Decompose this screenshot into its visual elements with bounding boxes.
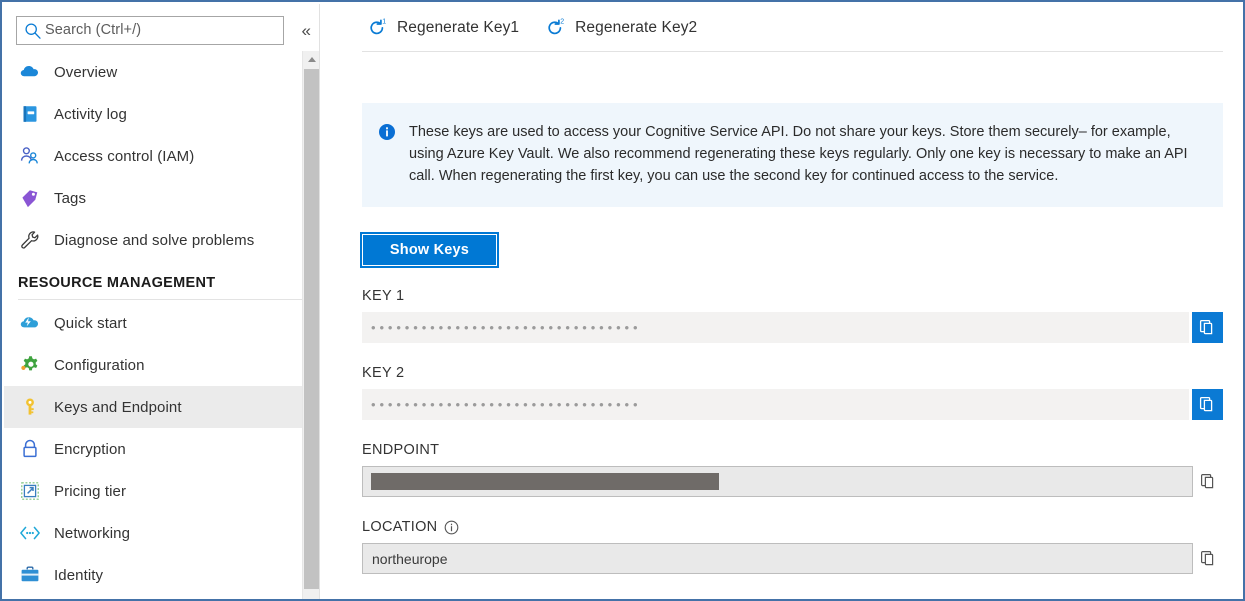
pricing-tier-icon xyxy=(18,479,42,503)
people-icon xyxy=(18,144,42,168)
copy-icon xyxy=(1200,473,1217,490)
key1-label: KEY 1 xyxy=(362,288,1223,304)
regenerate-key2-button[interactable]: 2 Regenerate Key2 xyxy=(545,13,697,43)
copy-location-button[interactable] xyxy=(1193,543,1223,574)
collapse-sidebar-button[interactable]: « xyxy=(293,17,319,43)
key1-label-text: KEY 1 xyxy=(362,288,404,304)
location-label: LOCATION xyxy=(362,519,1223,535)
sidebar-search-row: Search (Ctrl+/) « xyxy=(4,4,319,46)
key1-value-field[interactable]: •••••••••••••••••••••••••••••••• xyxy=(362,312,1189,343)
sidebar-item-label: Pricing tier xyxy=(54,483,126,500)
endpoint-redaction-overlay xyxy=(371,473,719,490)
sidebar-item-label: Overview xyxy=(54,64,117,81)
sidebar-item-configuration[interactable]: Configuration xyxy=(4,344,320,386)
tag-icon xyxy=(18,186,42,210)
command-toolbar: 1 Regenerate Key1 2 Regenerate Key2 xyxy=(321,4,1245,51)
sidebar-item-label: Tags xyxy=(54,190,86,207)
briefcase-icon xyxy=(18,563,42,587)
sidebar-item-activity-log[interactable]: Activity log xyxy=(4,93,320,135)
sidebar-item-pricing-tier[interactable]: Pricing tier xyxy=(4,470,320,512)
copy-key1-button[interactable] xyxy=(1192,312,1223,343)
copy-icon xyxy=(1199,319,1216,336)
info-circle-icon[interactable] xyxy=(444,520,459,535)
resource-sidebar: Search (Ctrl+/) « Overview xyxy=(4,4,320,601)
show-keys-button[interactable]: Show Keys xyxy=(362,234,497,266)
wrench-icon xyxy=(18,228,42,252)
key2-label-text: KEY 2 xyxy=(362,365,404,381)
lock-icon xyxy=(18,437,42,461)
keys-content: These keys are used to access your Cogni… xyxy=(321,103,1245,574)
sidebar-item-networking[interactable]: Networking xyxy=(4,512,320,554)
sidebar-item-overview[interactable]: Overview xyxy=(4,51,320,93)
search-placeholder-text: Search (Ctrl+/) xyxy=(45,23,141,38)
key1-masked-value: •••••••••••••••••••••••••••••••• xyxy=(371,321,641,334)
regenerate-key1-button[interactable]: 1 Regenerate Key1 xyxy=(367,13,519,43)
search-icon xyxy=(24,22,42,40)
sidebar-item-label: Identity xyxy=(54,567,103,584)
endpoint-label: ENDPOINT xyxy=(362,442,1223,458)
sidebar-item-identity[interactable]: Identity xyxy=(4,554,320,596)
copy-endpoint-button[interactable] xyxy=(1193,466,1223,497)
sidebar-item-label: Activity log xyxy=(54,106,127,123)
sidebar-item-label: Encryption xyxy=(54,441,126,458)
key2-value-field[interactable]: •••••••••••••••••••••••••••••••• xyxy=(362,389,1189,420)
cloud-lightning-icon xyxy=(18,311,42,335)
cloud-icon xyxy=(18,60,42,84)
sidebar-scrollbar[interactable] xyxy=(302,51,319,599)
location-row: northeurope xyxy=(362,543,1223,574)
sidebar-item-quick-start[interactable]: Quick start xyxy=(4,302,320,344)
sidebar-item-label: Diagnose and solve problems xyxy=(54,232,254,249)
search-input[interactable]: Search (Ctrl+/) xyxy=(16,16,284,45)
azure-keys-endpoint-page: Search (Ctrl+/) « Overview xyxy=(0,0,1245,601)
copy-icon xyxy=(1199,396,1216,413)
sidebar-item-diagnose[interactable]: Diagnose and solve problems xyxy=(4,219,320,261)
info-banner: These keys are used to access your Cogni… xyxy=(362,103,1223,207)
location-value-text: northeurope xyxy=(372,551,448,567)
regenerate-key2-label: Regenerate Key2 xyxy=(575,19,697,37)
location-label-text: LOCATION xyxy=(362,519,437,535)
book-icon xyxy=(18,102,42,126)
info-banner-text: These keys are used to access your Cogni… xyxy=(409,121,1207,187)
sidebar-divider xyxy=(18,299,306,300)
toolbar-divider xyxy=(362,51,1223,52)
endpoint-row xyxy=(362,466,1223,497)
key-icon xyxy=(18,395,42,419)
sidebar-item-encryption[interactable]: Encryption xyxy=(4,428,320,470)
scroll-up-arrow-icon[interactable] xyxy=(303,51,320,68)
regen1-badge-text: 1 xyxy=(382,18,386,25)
key2-label: KEY 2 xyxy=(362,365,1223,381)
scrollbar-thumb[interactable] xyxy=(304,69,319,589)
main-content: 1 Regenerate Key1 2 Regenerate Key2 xyxy=(321,4,1245,601)
key2-row: •••••••••••••••••••••••••••••••• xyxy=(362,389,1223,420)
sidebar-section-heading: RESOURCE MANAGEMENT xyxy=(4,261,320,297)
sidebar-item-keys-and-endpoint[interactable]: Keys and Endpoint xyxy=(4,386,320,428)
sidebar-item-tags[interactable]: Tags xyxy=(4,177,320,219)
networking-icon xyxy=(18,521,42,545)
sidebar-item-label: Access control (IAM) xyxy=(54,148,194,165)
copy-key2-button[interactable] xyxy=(1192,389,1223,420)
sidebar-nav-list: Overview Activity log xyxy=(4,51,320,596)
endpoint-value-field[interactable] xyxy=(362,466,1193,497)
sidebar-item-access-control[interactable]: Access control (IAM) xyxy=(4,135,320,177)
gear-icon xyxy=(18,353,42,377)
sidebar-item-label: Configuration xyxy=(54,357,145,374)
regenerate-icon: 2 xyxy=(545,18,565,38)
sidebar-item-label: Keys and Endpoint xyxy=(54,399,182,416)
copy-icon xyxy=(1200,550,1217,567)
endpoint-label-text: ENDPOINT xyxy=(362,442,439,458)
sidebar-item-label: Networking xyxy=(54,525,130,542)
sidebar-scroll-area: Overview Activity log xyxy=(4,51,319,599)
regenerate-icon: 1 xyxy=(367,18,387,38)
location-value-field[interactable]: northeurope xyxy=(362,543,1193,574)
info-icon xyxy=(378,123,396,141)
regenerate-key1-label: Regenerate Key1 xyxy=(397,19,519,37)
key2-masked-value: •••••••••••••••••••••••••••••••• xyxy=(371,398,641,411)
regen2-badge-text: 2 xyxy=(560,18,564,25)
key1-row: •••••••••••••••••••••••••••••••• xyxy=(362,312,1223,343)
sidebar-item-label: Quick start xyxy=(54,315,127,332)
